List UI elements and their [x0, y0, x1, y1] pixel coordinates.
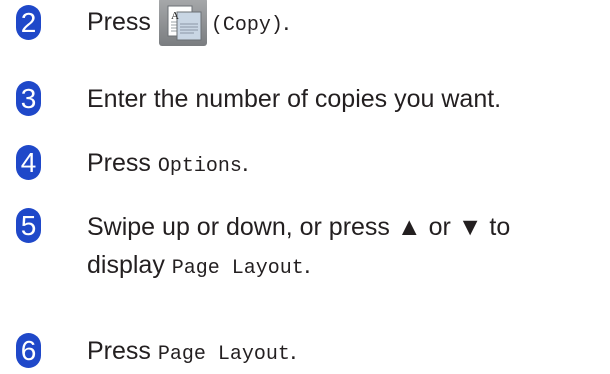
period: . — [303, 251, 311, 279]
period: . — [289, 337, 297, 365]
step-text: Press Options. — [87, 145, 249, 185]
step-number-badge: 5 — [16, 208, 41, 243]
step-text: Enter the number of copies you want. — [87, 85, 502, 113]
page-layout-label: Page Layout — [171, 257, 304, 280]
copy-icon-letter: A — [171, 10, 179, 22]
step-text: Press Page Layout. — [87, 333, 297, 373]
press-word: Press — [87, 149, 151, 177]
step-number-badge: 2 — [16, 5, 41, 40]
press-word: Press — [87, 8, 151, 36]
step-text: Press A (Copy). — [87, 0, 290, 47]
period: . — [241, 149, 249, 177]
step-number-badge: 3 — [16, 81, 41, 116]
options-label: Options — [157, 155, 242, 178]
page-layout-label: Page Layout — [157, 343, 290, 366]
step-number-badge: 4 — [16, 145, 41, 180]
copy-icon: A — [158, 0, 207, 47]
step-number-badge: 6 — [16, 333, 41, 368]
period: . — [282, 8, 290, 36]
step-text-line-2: display Page Layout. — [87, 247, 311, 287]
display-word: display — [87, 251, 165, 279]
step-text-line-1: Swipe up or down, or press ▲ or ▼ to — [87, 213, 511, 241]
press-word: Press — [87, 337, 151, 365]
copy-label: (Copy) — [210, 14, 283, 37]
